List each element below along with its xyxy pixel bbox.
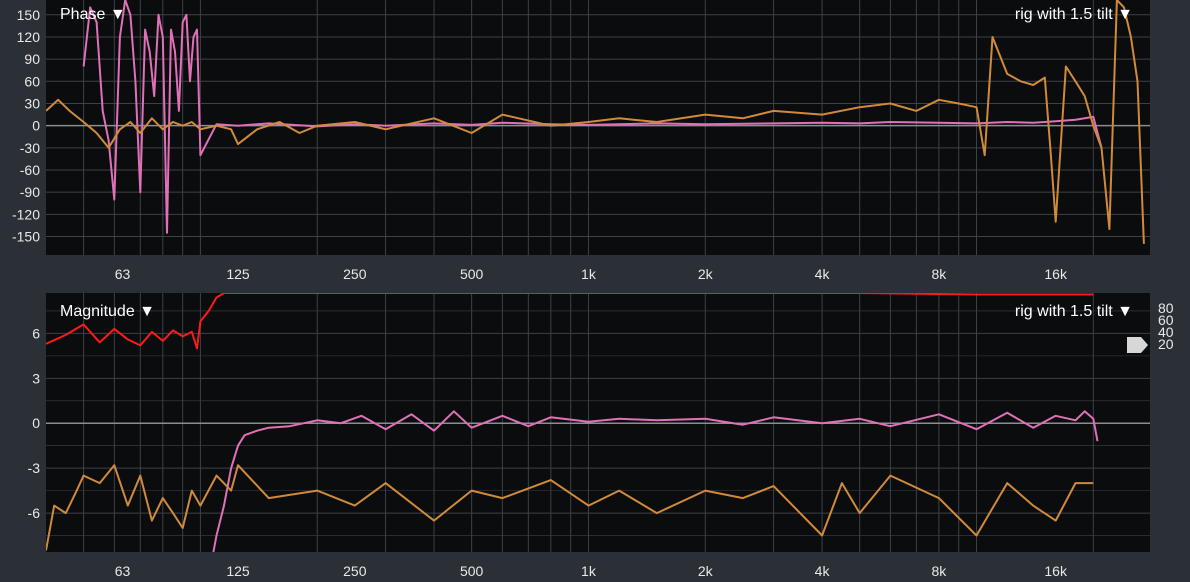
phase-x-axis: 63 125 250 500 1k 2k 4k 8k 16k: [115, 266, 1068, 282]
x-tick-label: 500: [460, 563, 484, 579]
phase-panel: 150 120 90 60 30 0 -30 -60 -90 -120 -150 63 125 250 5…: [12, 0, 1150, 282]
y-tick-label: 60: [24, 73, 40, 89]
x-tick-label: 250: [343, 563, 367, 579]
y-tick-label: 120: [17, 29, 41, 45]
x-tick-label: 16k: [1044, 563, 1068, 579]
x-tick-label: 2k: [698, 563, 714, 579]
x-tick-label: 63: [115, 266, 131, 282]
coherence-tick: 20: [1158, 336, 1174, 352]
y-tick-label: -90: [20, 184, 40, 200]
y-tick-label: 0: [32, 118, 40, 134]
x-tick-label: 1k: [581, 266, 597, 282]
y-tick-label: -150: [12, 229, 40, 245]
y-tick-label: 90: [24, 51, 40, 67]
y-tick-label: 30: [24, 95, 40, 111]
x-tick-label: 500: [460, 266, 484, 282]
x-tick-label: 125: [226, 266, 250, 282]
y-tick-label: -60: [20, 162, 40, 178]
x-tick-label: 63: [115, 563, 131, 579]
y-tick-label: 3: [32, 370, 40, 386]
x-tick-label: 8k: [931, 563, 947, 579]
phase-y-axis: 150 120 90 60 30 0 -30 -60 -90 -120 -150: [12, 7, 40, 245]
y-tick-label: -30: [20, 140, 40, 156]
y-tick-label: -3: [28, 460, 41, 476]
x-tick-label: 4k: [815, 266, 831, 282]
x-tick-label: 250: [343, 266, 367, 282]
y-tick-label: 6: [32, 325, 40, 341]
magnitude-panel: 630-3-6 63 125 250 500 1k 2k 4k 8k 16k Magnitude…: [28, 293, 1174, 579]
magnitude-y-axis: 6 3 0 -3 -6: [28, 325, 41, 521]
magnitude-x-axis: 63 125 250 500 1k 2k 4k 8k 16k: [115, 563, 1068, 579]
y-tick-label: -6: [28, 505, 41, 521]
x-tick-label: 2k: [698, 266, 714, 282]
x-tick-label: 1k: [581, 563, 597, 579]
dual-analyzer-view: 1501209060300-30-60-90-120-150 63 125 250 5…: [12, 0, 1174, 579]
x-tick-label: 125: [226, 563, 250, 579]
y-tick-label: 150: [17, 7, 41, 23]
magnitude-trace-menu[interactable]: rig with 1.5 tilt ▼: [1015, 303, 1133, 320]
x-tick-label: 16k: [1044, 266, 1068, 282]
x-tick-label: 4k: [815, 563, 831, 579]
x-tick-label: 8k: [931, 266, 947, 282]
phase-trace-menu[interactable]: rig with 1.5 tilt ▼: [1015, 6, 1133, 23]
y-tick-label: 0: [32, 415, 40, 431]
y-tick-label: -120: [12, 206, 40, 222]
phase-title-menu[interactable]: Phase ▼: [60, 6, 126, 23]
magnitude-title-menu[interactable]: Magnitude ▼: [60, 303, 155, 320]
coherence-scale: 80 60 40 20: [1158, 300, 1174, 352]
